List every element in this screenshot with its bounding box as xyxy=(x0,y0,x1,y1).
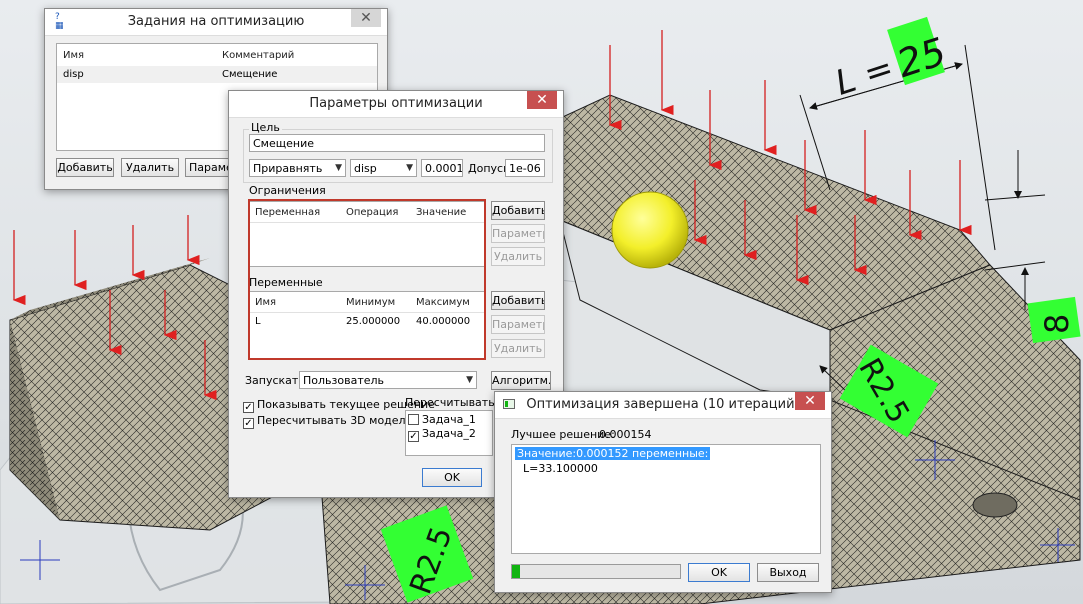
column-header-name: Имя xyxy=(255,297,277,308)
chevron-down-icon: ▼ xyxy=(406,163,413,173)
table-row[interactable]: L 25.000000 40.000000 xyxy=(250,314,484,330)
delete-task-button[interactable]: Удалить xyxy=(121,158,179,177)
variables-table[interactable]: Имя Минимум Максимум L 25.000000 40.0000… xyxy=(249,291,485,359)
goal-target-input[interactable]: 0.00015 xyxy=(421,159,463,177)
column-header-max: Максимум xyxy=(416,297,470,308)
delete-variable-button[interactable]: Удалить xyxy=(491,339,545,358)
variable-name: L xyxy=(255,316,261,327)
task-comment: Смещение xyxy=(222,69,278,80)
add-task-button[interactable]: Добавить xyxy=(56,158,114,177)
constraints-table[interactable]: Переменная Операция Значение xyxy=(249,201,485,267)
task-1-label: Задача_1 xyxy=(422,413,476,426)
task-name: disp xyxy=(63,69,84,80)
done-window-titlebar[interactable]: Оптимизация завершена (10 итераций) ✕ xyxy=(495,392,831,419)
done-ok-button[interactable]: OK xyxy=(688,563,750,582)
table-row[interactable]: disp Смещение xyxy=(57,66,377,83)
svg-text:8: 8 xyxy=(1038,314,1076,334)
done-window-title: Оптимизация завершена (10 итераций) xyxy=(526,397,800,412)
column-header-operation: Операция xyxy=(346,207,399,218)
dimension-length-label[interactable]: L = 25 xyxy=(831,16,952,104)
check-icon: ✓ xyxy=(408,431,419,442)
exit-button[interactable]: Выход xyxy=(757,563,819,582)
constraint-params-button[interactable]: Параметры xyxy=(491,224,545,243)
column-header-min: Минимум xyxy=(346,297,396,308)
task-2-label: Задача_2 xyxy=(422,427,476,440)
run-mode-select[interactable]: Пользователь ▼ xyxy=(299,371,477,389)
goal-label: Цель xyxy=(249,121,282,134)
recalc-tasks-list[interactable]: Задача_1 ✓ Задача_2 xyxy=(405,410,493,456)
best-solution-value: 0.000154 xyxy=(599,428,652,441)
close-icon[interactable]: ✕ xyxy=(795,392,825,410)
tasks-table-header: Имя Комментарий xyxy=(57,44,377,67)
params-window-titlebar[interactable]: Параметры оптимизации ✕ xyxy=(229,91,563,118)
checkbox-icon xyxy=(408,414,419,425)
run-mode-value: Пользователь xyxy=(303,374,385,387)
goal-mode-select[interactable]: Приравнять ▼ xyxy=(249,159,346,177)
column-header-comment: Комментарий xyxy=(222,50,295,61)
tasks-window-title: Задания на оптимизацию xyxy=(127,14,305,29)
optimization-done-window: Оптимизация завершена (10 итераций) ✕ Лу… xyxy=(494,391,832,593)
check-icon: ✓ xyxy=(243,418,254,429)
chevron-down-icon: ▼ xyxy=(335,163,342,173)
progress-bar xyxy=(511,564,681,579)
tolerance-input[interactable]: 1e-06 xyxy=(505,159,545,177)
params-window-title: Параметры оптимизации xyxy=(309,96,483,111)
check-icon: ✓ xyxy=(243,402,254,413)
constraints-table-header: Переменная Операция Значение xyxy=(250,202,484,223)
add-constraint-button[interactable]: Добавить xyxy=(491,201,545,220)
recalc-3d-model-label: Пересчитывать 3D модель xyxy=(257,414,413,427)
variable-max: 40.000000 xyxy=(416,316,471,327)
add-variable-button[interactable]: Добавить xyxy=(491,291,545,310)
log-line: L=33.100000 xyxy=(523,462,598,475)
recalc-3d-model-checkbox[interactable]: ✓ Пересчитывать 3D модель xyxy=(243,414,412,429)
column-header-name: Имя xyxy=(63,50,85,61)
goal-mode-value: Приравнять xyxy=(253,162,323,175)
tasks-window-titlebar[interactable]: ? ▦ Задания на оптимизацию ✕ xyxy=(45,9,387,36)
close-icon[interactable]: ✕ xyxy=(351,9,381,27)
params-ok-button[interactable]: OK xyxy=(422,468,482,487)
goal-variable-select[interactable]: disp ▼ xyxy=(350,159,417,177)
column-header-value: Значение xyxy=(416,207,467,218)
variable-params-button[interactable]: Параметры xyxy=(491,315,545,334)
close-icon[interactable]: ✕ xyxy=(527,91,557,109)
goal-variable-value: disp xyxy=(354,162,377,175)
algorithm-button[interactable]: Алгоритм... xyxy=(491,371,551,390)
variables-label: Переменные xyxy=(249,276,323,289)
progress-fill xyxy=(512,565,521,578)
goal-input[interactable]: Смещение xyxy=(249,134,545,152)
result-log[interactable]: Значение:0.000152 переменные: L=33.10000… xyxy=(511,444,821,554)
delete-constraint-button[interactable]: Удалить xyxy=(491,247,545,266)
column-header-variable: Переменная xyxy=(255,207,321,218)
list-item[interactable]: Задача_1 xyxy=(408,413,476,426)
constraints-label: Ограничения xyxy=(249,184,326,197)
list-item[interactable]: ✓ Задача_2 xyxy=(408,427,476,442)
log-line-highlighted: Значение:0.000152 переменные: xyxy=(515,447,711,460)
chevron-down-icon: ▼ xyxy=(466,375,473,385)
svg-text:L =: L = xyxy=(831,48,899,104)
variables-table-header: Имя Минимум Максимум xyxy=(250,292,484,313)
dimension-height-label[interactable]: 8 xyxy=(1027,296,1081,344)
variable-min: 25.000000 xyxy=(346,316,401,327)
